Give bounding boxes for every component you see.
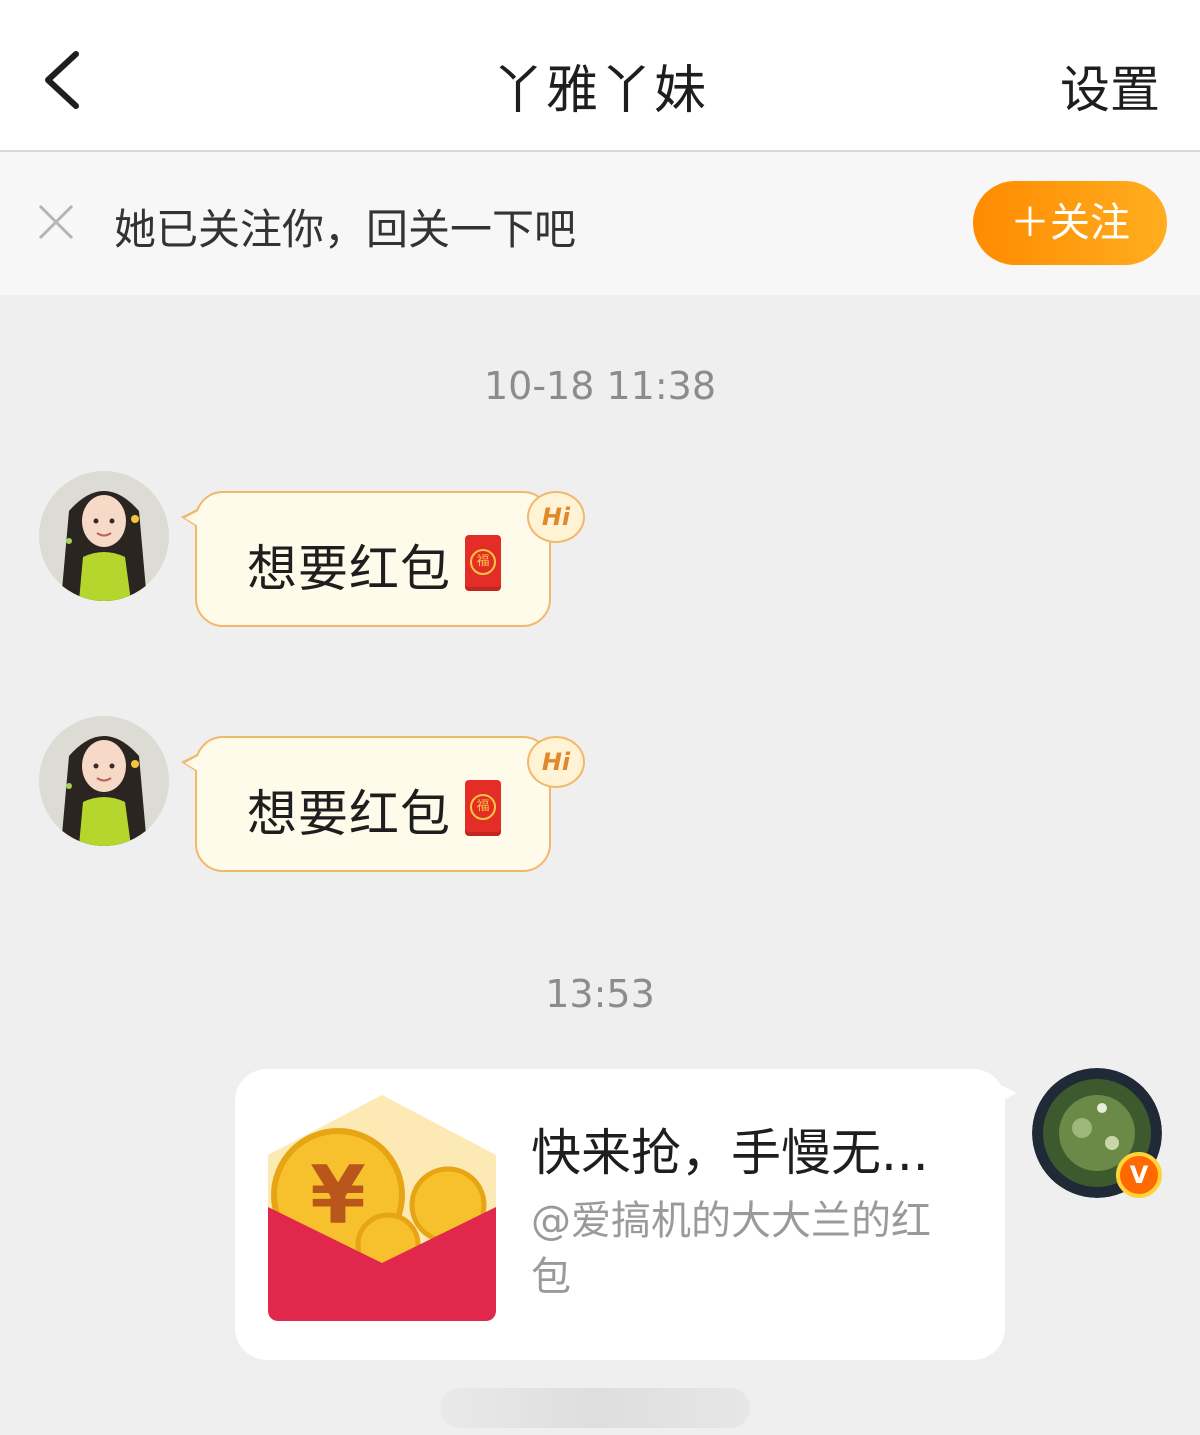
contact-avatar[interactable]	[39, 716, 169, 846]
red-envelope-emoji-icon: 福	[465, 535, 501, 591]
svg-text:¥: ¥	[310, 1149, 366, 1242]
follow-button[interactable]: ＋关注	[973, 181, 1167, 265]
message-bubble[interactable]: 想要红包 福 Hi	[181, 736, 585, 872]
bubble-tail-inner	[185, 756, 198, 771]
settings-button[interactable]: 设置	[1060, 50, 1160, 122]
contact-avatar[interactable]	[39, 471, 169, 601]
card-tail	[997, 1083, 1017, 1103]
fu-mark: 福	[470, 549, 496, 575]
red-envelope-icon: ¥	[268, 1095, 496, 1321]
red-envelope-emoji-icon: 福	[465, 780, 501, 836]
close-icon	[38, 204, 74, 240]
follow-back-message: 她已关注你，回关一下吧	[114, 205, 577, 254]
red-packet-card[interactable]: ¥ 快来抢，手慢无... @爱搞机的大大兰的红包	[235, 1069, 1017, 1360]
verified-badge-icon: V	[1116, 1152, 1162, 1198]
red-packet-title: 快来抢，手慢无...	[531, 1124, 929, 1182]
message-timestamp: 13:53	[545, 972, 655, 1016]
message-timestamp: 10-18 11:38	[483, 364, 716, 408]
fu-mark: 福	[470, 794, 496, 820]
girl-avatar-image	[39, 471, 169, 601]
hi-badge-icon: Hi	[527, 736, 585, 788]
message-bubble[interactable]: 想要红包 福 Hi	[181, 491, 585, 627]
message-text: 想要红包	[247, 785, 451, 843]
bubble-tail-inner	[185, 511, 198, 526]
close-follow-bar-button[interactable]	[34, 200, 78, 244]
hi-badge-icon: Hi	[527, 491, 585, 543]
blurred-overlay	[440, 1388, 750, 1428]
page-title: 丫雅丫妹	[491, 61, 708, 121]
red-packet-sender: @爱搞机的大大兰的红包	[531, 1198, 931, 1300]
top-nav-bar: 丫雅丫妹 设置	[0, 0, 1200, 152]
girl-avatar-image	[39, 716, 169, 846]
message-text: 想要红包	[247, 540, 451, 598]
